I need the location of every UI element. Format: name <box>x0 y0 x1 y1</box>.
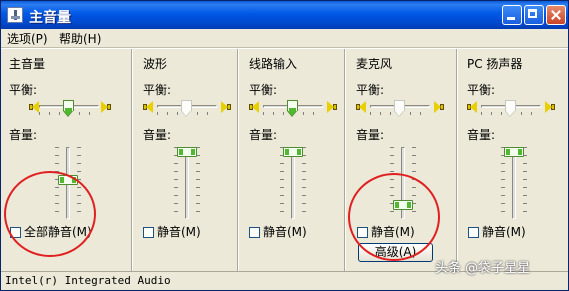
right-speaker-icon <box>545 101 555 113</box>
advanced-button[interactable]: 高级(A) <box>358 243 433 262</box>
balance-label: 平衡: <box>356 83 385 97</box>
mute-checkbox-row[interactable]: 静音(M) <box>143 223 201 240</box>
right-speaker-icon <box>221 101 231 113</box>
left-speaker-icon <box>29 101 39 113</box>
mute-all-checkbox-row[interactable]: 全部静音(M) <box>10 223 92 240</box>
balance-slider[interactable] <box>481 100 541 117</box>
volume-slider[interactable] <box>172 147 202 219</box>
volume-slider[interactable] <box>499 147 529 219</box>
mixer-app-icon[interactable] <box>7 7 23 23</box>
mute-checkbox-row[interactable]: 静音(M) <box>357 223 415 240</box>
balance-slider[interactable] <box>39 100 99 117</box>
mute-all-label: 全部静音(M) <box>24 225 92 239</box>
mute-checkbox-row[interactable]: 静音(M) <box>468 223 526 240</box>
mixer-window: 主音量 选项(P) 帮助(H) 主音量 平衡: 音量: 全部静音(M) 波形 平… <box>0 0 569 291</box>
mute-checkbox[interactable] <box>468 227 479 238</box>
right-speaker-icon <box>434 101 444 113</box>
left-speaker-icon <box>249 101 259 113</box>
balance-label: 平衡: <box>467 83 496 97</box>
balance-slider-thumb[interactable] <box>505 100 516 117</box>
left-speaker-icon <box>467 101 477 113</box>
column-title: 主音量 <box>9 57 46 71</box>
volume-label: 音量: <box>143 128 172 142</box>
column-title: 线路输入 <box>249 57 298 71</box>
volume-slider[interactable] <box>278 147 308 219</box>
mute-checkbox[interactable] <box>249 227 260 238</box>
volume-slider-thumb[interactable] <box>504 147 524 157</box>
window-title: 主音量 <box>29 10 71 26</box>
volume-label: 音量: <box>356 128 385 142</box>
left-speaker-icon <box>143 101 153 113</box>
volume-label: 音量: <box>249 128 278 142</box>
column-wave: 波形 平衡: 音量: 静音(M) <box>133 49 237 271</box>
mute-all-checkbox[interactable] <box>10 227 21 238</box>
minimize-button[interactable] <box>502 5 522 25</box>
mute-checkbox[interactable] <box>357 227 368 238</box>
balance-slider[interactable] <box>157 100 217 117</box>
volume-slider-thumb[interactable] <box>58 175 78 185</box>
column-master-volume: 主音量 平衡: 音量: 全部静音(M) <box>1 49 131 271</box>
watermark-text: 头条 @袋子星星 <box>435 261 531 276</box>
maximize-button[interactable] <box>524 5 544 25</box>
volume-slider[interactable] <box>53 147 83 219</box>
column-title: 麦克风 <box>356 57 393 71</box>
mute-label: 静音(M) <box>157 225 201 239</box>
status-text: Intel(r) Integrated Audio <box>5 274 171 287</box>
column-pc-speaker: PC 扬声器 平衡: 音量: 静音(M) <box>458 49 568 271</box>
column-title: PC 扬声器 <box>467 57 523 71</box>
mute-label: 静音(M) <box>263 225 307 239</box>
volume-slider-thumb[interactable] <box>393 200 413 210</box>
volume-label: 音量: <box>467 128 496 142</box>
balance-slider-thumb[interactable] <box>394 100 405 117</box>
menu-bar: 选项(P) 帮助(H) <box>1 29 568 47</box>
left-speaker-icon <box>356 101 366 113</box>
right-speaker-icon <box>327 101 337 113</box>
title-bar[interactable]: 主音量 <box>1 1 568 29</box>
column-line-in: 线路输入 平衡: 音量: 静音(M) <box>239 49 344 271</box>
volume-slider-thumb[interactable] <box>283 147 303 157</box>
menu-options[interactable]: 选项(P) <box>7 30 48 47</box>
balance-slider[interactable] <box>263 100 323 117</box>
mute-label: 静音(M) <box>482 225 526 239</box>
balance-slider-thumb[interactable] <box>63 100 74 117</box>
balance-label: 平衡: <box>143 83 172 97</box>
volume-slider[interactable] <box>388 147 418 219</box>
close-button[interactable] <box>546 5 566 25</box>
mute-checkbox-row[interactable]: 静音(M) <box>249 223 307 240</box>
volume-slider-thumb[interactable] <box>177 147 197 157</box>
menu-help[interactable]: 帮助(H) <box>59 30 101 47</box>
balance-slider-thumb[interactable] <box>181 100 192 117</box>
mute-checkbox[interactable] <box>143 227 154 238</box>
mute-label: 静音(M) <box>371 225 415 239</box>
volume-label: 音量: <box>9 128 38 142</box>
column-title: 波形 <box>143 57 168 71</box>
right-speaker-icon <box>101 101 111 113</box>
balance-label: 平衡: <box>249 83 278 97</box>
balance-slider-thumb[interactable] <box>287 100 298 117</box>
column-microphone: 麦克风 平衡: 音量: 静音(M) <box>346 49 456 271</box>
balance-slider[interactable] <box>370 100 430 117</box>
balance-label: 平衡: <box>9 83 38 97</box>
